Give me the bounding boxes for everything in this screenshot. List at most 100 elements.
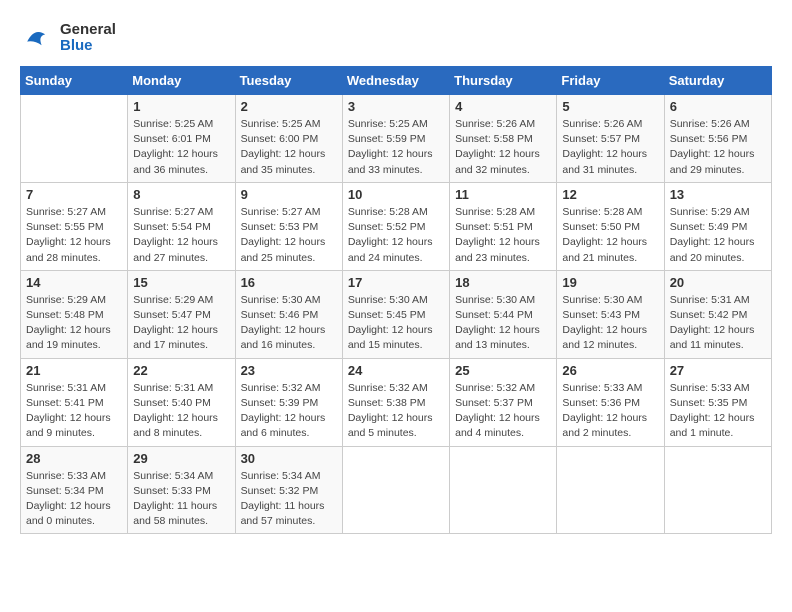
calendar-cell <box>557 446 664 534</box>
day-number: 28 <box>26 451 122 466</box>
day-info: Sunrise: 5:29 AM Sunset: 5:47 PM Dayligh… <box>133 293 229 354</box>
day-number: 19 <box>562 275 658 290</box>
day-info: Sunrise: 5:25 AM Sunset: 6:00 PM Dayligh… <box>241 117 337 178</box>
column-header-tuesday: Tuesday <box>235 67 342 95</box>
calendar-cell: 24 Sunrise: 5:32 AM Sunset: 5:38 PM Dayli… <box>342 358 449 446</box>
day-info: Sunrise: 5:33 AM Sunset: 5:34 PM Dayligh… <box>26 469 122 530</box>
day-number: 20 <box>670 275 766 290</box>
day-info: Sunrise: 5:30 AM Sunset: 5:43 PM Dayligh… <box>562 293 658 354</box>
calendar-cell: 6 Sunrise: 5:26 AM Sunset: 5:56 PM Daylig… <box>664 95 771 183</box>
calendar-cell: 18Sunrise: 5:30 AM Sunset: 5:44 PM Dayli… <box>450 270 557 358</box>
calendar-cell: 14 Sunrise: 5:29 AM Sunset: 5:48 PM Dayli… <box>21 270 128 358</box>
day-number: 5 <box>562 99 658 114</box>
day-info: Sunrise: 5:31 AM Sunset: 5:42 PM Dayligh… <box>670 293 766 354</box>
calendar-cell <box>21 95 128 183</box>
week-row-4: 21 Sunrise: 5:31 AM Sunset: 5:41 PM Dayli… <box>21 358 772 446</box>
calendar-cell: 4 Sunrise: 5:26 AM Sunset: 5:58 PM Daylig… <box>450 95 557 183</box>
calendar-header-row: SundayMondayTuesdayWednesdayThursdayFrid… <box>21 67 772 95</box>
day-number: 24 <box>348 363 444 378</box>
calendar-cell: 30 Sunrise: 5:34 AM Sunset: 5:32 PM Dayli… <box>235 446 342 534</box>
day-info: Sunrise: 5:33 AM Sunset: 5:35 PM Dayligh… <box>670 381 766 442</box>
calendar-cell <box>342 446 449 534</box>
calendar-cell: 17 Sunrise: 5:30 AM Sunset: 5:45 PM Dayli… <box>342 270 449 358</box>
calendar-cell: 19 Sunrise: 5:30 AM Sunset: 5:43 PM Dayli… <box>557 270 664 358</box>
day-info: Sunrise: 5:30 AM Sunset: 5:45 PM Dayligh… <box>348 293 444 354</box>
day-info: Sunrise: 5:28 AM Sunset: 5:50 PM Dayligh… <box>562 205 658 266</box>
calendar-cell: 26 Sunrise: 5:33 AM Sunset: 5:36 PM Dayli… <box>557 358 664 446</box>
day-number: 9 <box>241 187 337 202</box>
day-number: 18 <box>455 275 551 290</box>
day-info: Sunrise: 5:32 AM Sunset: 5:38 PM Dayligh… <box>348 381 444 442</box>
day-number: 12 <box>562 187 658 202</box>
day-number: 14 <box>26 275 122 290</box>
column-header-friday: Friday <box>557 67 664 95</box>
day-number: 23 <box>241 363 337 378</box>
day-info: Sunrise: 5:27 AM Sunset: 5:55 PM Dayligh… <box>26 205 122 266</box>
day-number: 25 <box>455 363 551 378</box>
day-number: 29 <box>133 451 229 466</box>
day-number: 7 <box>26 187 122 202</box>
day-info: Sunrise: 5:31 AM Sunset: 5:41 PM Dayligh… <box>26 381 122 442</box>
calendar-cell: 8 Sunrise: 5:27 AM Sunset: 5:54 PM Daylig… <box>128 182 235 270</box>
calendar-cell: 10 Sunrise: 5:28 AM Sunset: 5:52 PM Dayli… <box>342 182 449 270</box>
calendar-cell: 7 Sunrise: 5:27 AM Sunset: 5:55 PM Daylig… <box>21 182 128 270</box>
day-number: 15 <box>133 275 229 290</box>
day-info: Sunrise: 5:26 AM Sunset: 5:57 PM Dayligh… <box>562 117 658 178</box>
calendar-cell: 20 Sunrise: 5:31 AM Sunset: 5:42 PM Dayli… <box>664 270 771 358</box>
day-info: Sunrise: 5:33 AM Sunset: 5:36 PM Dayligh… <box>562 381 658 442</box>
day-info: Sunrise: 5:26 AM Sunset: 5:56 PM Dayligh… <box>670 117 766 178</box>
day-number: 17 <box>348 275 444 290</box>
day-number: 8 <box>133 187 229 202</box>
day-number: 27 <box>670 363 766 378</box>
calendar-cell: 5 Sunrise: 5:26 AM Sunset: 5:57 PM Daylig… <box>557 95 664 183</box>
day-number: 1 <box>133 99 229 114</box>
calendar-cell <box>450 446 557 534</box>
day-number: 13 <box>670 187 766 202</box>
day-info: Sunrise: 5:34 AM Sunset: 5:33 PM Dayligh… <box>133 469 229 530</box>
calendar-cell: 9 Sunrise: 5:27 AM Sunset: 5:53 PM Daylig… <box>235 182 342 270</box>
day-info: Sunrise: 5:27 AM Sunset: 5:53 PM Dayligh… <box>241 205 337 266</box>
column-header-wednesday: Wednesday <box>342 67 449 95</box>
calendar-cell: 29 Sunrise: 5:34 AM Sunset: 5:33 PM Dayli… <box>128 446 235 534</box>
calendar-cell: 11Sunrise: 5:28 AM Sunset: 5:51 PM Dayli… <box>450 182 557 270</box>
day-info: Sunrise: 5:25 AM Sunset: 5:59 PM Dayligh… <box>348 117 444 178</box>
logo: GeneralBlue <box>20 20 116 56</box>
day-number: 30 <box>241 451 337 466</box>
calendar-cell: 28 Sunrise: 5:33 AM Sunset: 5:34 PM Dayli… <box>21 446 128 534</box>
day-info: Sunrise: 5:29 AM Sunset: 5:48 PM Dayligh… <box>26 293 122 354</box>
day-info: Sunrise: 5:29 AM Sunset: 5:49 PM Dayligh… <box>670 205 766 266</box>
day-number: 26 <box>562 363 658 378</box>
day-number: 21 <box>26 363 122 378</box>
day-info: Sunrise: 5:31 AM Sunset: 5:40 PM Dayligh… <box>133 381 229 442</box>
calendar-cell: 15 Sunrise: 5:29 AM Sunset: 5:47 PM Dayli… <box>128 270 235 358</box>
calendar-cell: 25 Sunrise: 5:32 AM Sunset: 5:37 PM Dayli… <box>450 358 557 446</box>
column-header-monday: Monday <box>128 67 235 95</box>
calendar-cell: 1 Sunrise: 5:25 AM Sunset: 6:01 PM Daylig… <box>128 95 235 183</box>
calendar-cell: 2 Sunrise: 5:25 AM Sunset: 6:00 PM Daylig… <box>235 95 342 183</box>
column-header-sunday: Sunday <box>21 67 128 95</box>
day-number: 2 <box>241 99 337 114</box>
day-info: Sunrise: 5:27 AM Sunset: 5:54 PM Dayligh… <box>133 205 229 266</box>
calendar-cell: 16 Sunrise: 5:30 AM Sunset: 5:46 PM Dayli… <box>235 270 342 358</box>
column-header-thursday: Thursday <box>450 67 557 95</box>
day-number: 10 <box>348 187 444 202</box>
day-info: Sunrise: 5:32 AM Sunset: 5:39 PM Dayligh… <box>241 381 337 442</box>
column-header-saturday: Saturday <box>664 67 771 95</box>
day-number: 4 <box>455 99 551 114</box>
day-info: Sunrise: 5:30 AM Sunset: 5:46 PM Dayligh… <box>241 293 337 354</box>
day-info: Sunrise: 5:32 AM Sunset: 5:37 PM Dayligh… <box>455 381 551 442</box>
day-number: 16 <box>241 275 337 290</box>
day-number: 22 <box>133 363 229 378</box>
calendar-cell: 22 Sunrise: 5:31 AM Sunset: 5:40 PM Dayli… <box>128 358 235 446</box>
day-number: 3 <box>348 99 444 114</box>
calendar-cell <box>664 446 771 534</box>
day-info: Sunrise: 5:34 AM Sunset: 5:32 PM Dayligh… <box>241 469 337 530</box>
day-info: Sunrise: 5:28 AM Sunset: 5:52 PM Dayligh… <box>348 205 444 266</box>
day-info: Sunrise: 5:25 AM Sunset: 6:01 PM Dayligh… <box>133 117 229 178</box>
logo-bird-icon <box>20 20 56 56</box>
calendar-cell: 12 Sunrise: 5:28 AM Sunset: 5:50 PM Dayli… <box>557 182 664 270</box>
week-row-1: 1 Sunrise: 5:25 AM Sunset: 6:01 PM Daylig… <box>21 95 772 183</box>
week-row-2: 7 Sunrise: 5:27 AM Sunset: 5:55 PM Daylig… <box>21 182 772 270</box>
day-info: Sunrise: 5:26 AM Sunset: 5:58 PM Dayligh… <box>455 117 551 178</box>
day-number: 6 <box>670 99 766 114</box>
